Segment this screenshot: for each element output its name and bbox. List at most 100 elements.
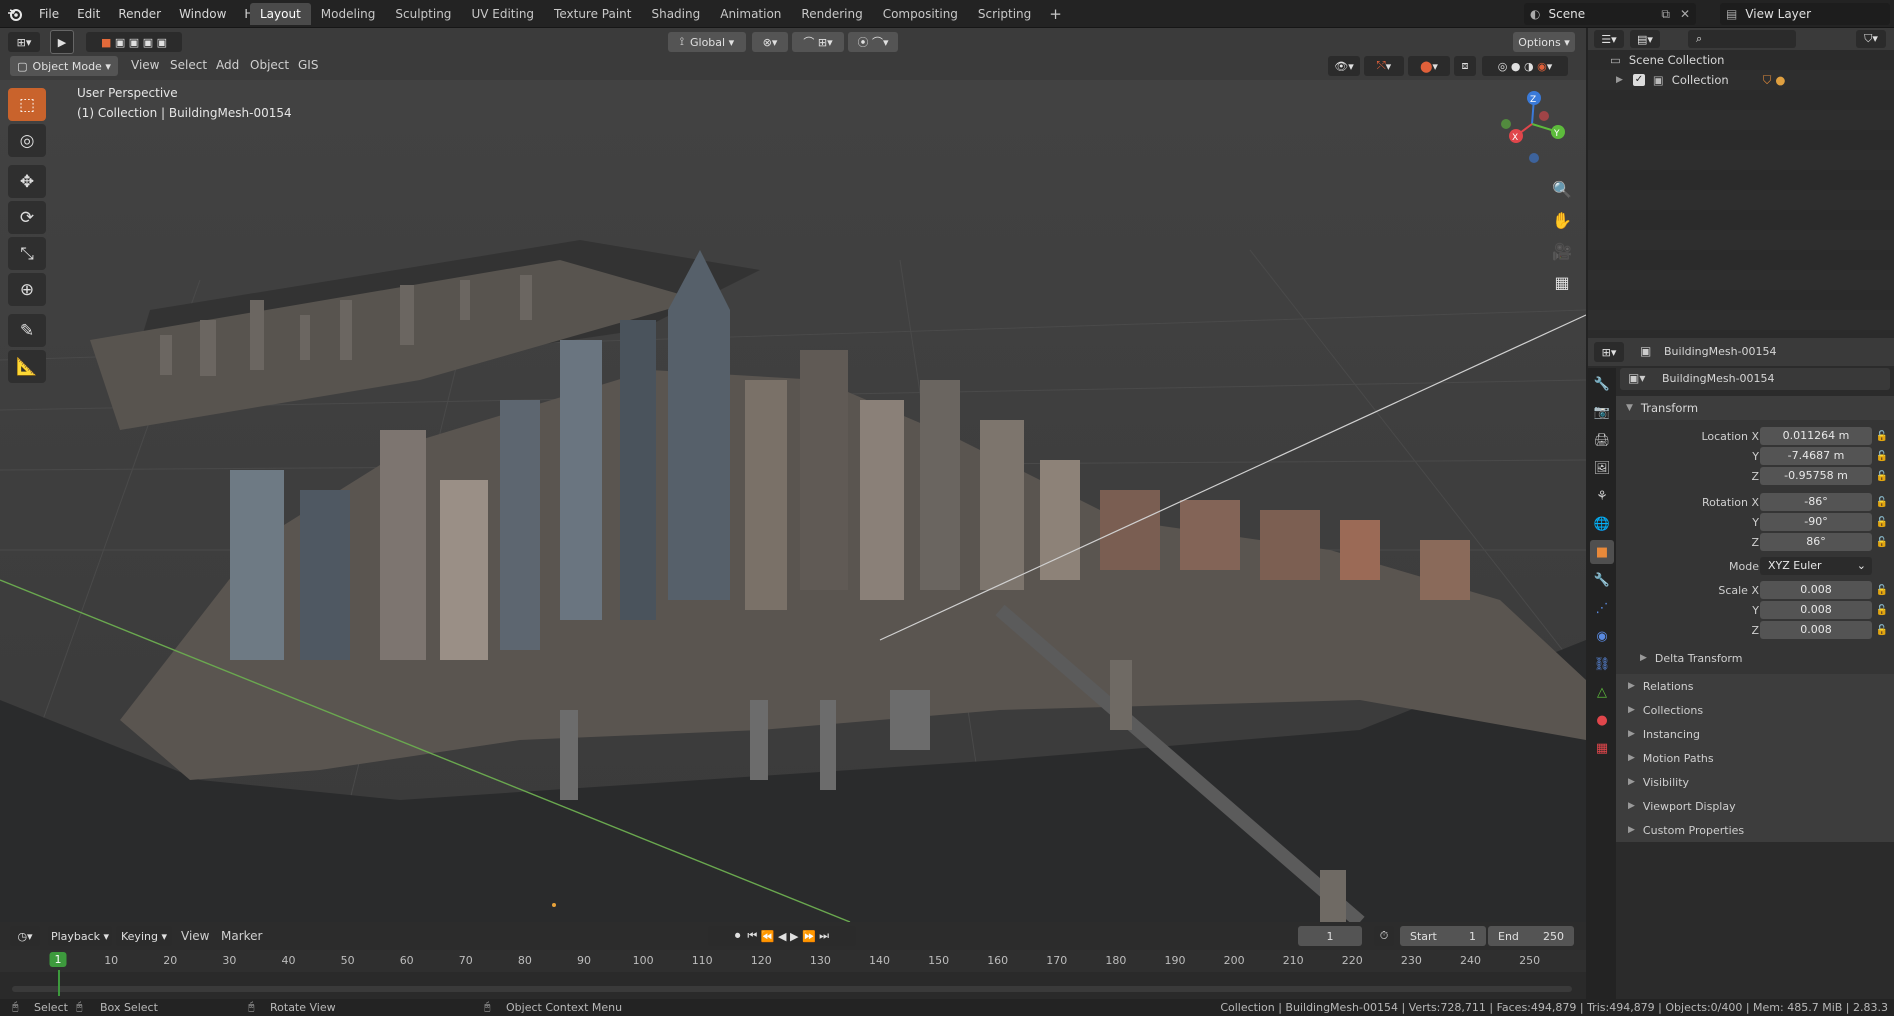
menu-render[interactable]: Render xyxy=(109,0,170,28)
tab-uv-editing[interactable]: UV Editing xyxy=(461,3,544,25)
scene-selector[interactable]: ◐ Scene ⧉ ✕ xyxy=(1524,3,1696,25)
collections-panel-header[interactable]: ▶ Collections xyxy=(1616,698,1894,722)
rotate-tool-icon[interactable]: ⟳ xyxy=(8,201,46,234)
tab-texture-paint[interactable]: Texture Paint xyxy=(544,3,641,25)
visibility-panel-header[interactable]: ▶ Visibility xyxy=(1616,770,1894,794)
location-y-field[interactable]: -7.4687 m xyxy=(1760,447,1872,465)
viewport-menu-add[interactable]: Add xyxy=(216,58,239,72)
record-icon[interactable]: ⏺ xyxy=(735,929,741,943)
lock-icon[interactable]: 🔓 xyxy=(1876,497,1888,508)
measure-tool-icon[interactable]: 📐 xyxy=(8,350,46,383)
output-tab-icon[interactable]: 🖨 xyxy=(1590,428,1614,452)
end-frame-field[interactable]: End 250 xyxy=(1488,926,1574,946)
menu-edit[interactable]: Edit xyxy=(68,0,109,28)
transform-panel-header[interactable]: ▼ Transform xyxy=(1616,396,1894,420)
menu-file[interactable]: File xyxy=(30,0,68,28)
play-icon[interactable]: ▶ xyxy=(790,930,798,943)
start-frame-field[interactable]: Start 1 xyxy=(1400,926,1486,946)
custom-properties-panel-header[interactable]: ▶ Custom Properties xyxy=(1616,818,1894,842)
world-tab-icon[interactable]: 🌐 xyxy=(1590,512,1614,536)
filter-objects-icon[interactable]: ⛉ xyxy=(1763,73,1772,88)
mode-dropdown[interactable]: ▢ Object Mode ▾ xyxy=(10,56,118,76)
tool-tab-icon[interactable]: 🔧 xyxy=(1590,372,1614,396)
filter-icon[interactable]: ⛉▾ xyxy=(1856,30,1886,48)
mode-extend-icon[interactable]: ▣ xyxy=(115,36,125,49)
relations-panel-header[interactable]: ▶ Relations xyxy=(1616,674,1894,698)
tab-rendering[interactable]: Rendering xyxy=(791,3,872,25)
selection-mode-buttons[interactable]: ■ ▣ ▣ ▣ ▣ xyxy=(86,32,182,52)
constraints-tab-icon[interactable]: ⛓ xyxy=(1590,652,1614,676)
tab-scripting[interactable]: Scripting xyxy=(968,3,1041,25)
move-tool-icon[interactable]: ✥ xyxy=(8,165,46,198)
viewport-display-panel-header[interactable]: ▶ Viewport Display xyxy=(1616,794,1894,818)
lock-icon[interactable]: 🔓 xyxy=(1876,625,1888,636)
viewport-menu-view[interactable]: View xyxy=(131,58,159,72)
mode-intersect-icon[interactable]: ▣ xyxy=(157,36,167,49)
cursor-tool-icon[interactable]: ◎ xyxy=(8,124,46,157)
wireframe-shading-icon[interactable]: ◎ xyxy=(1498,60,1508,73)
modifier-tab-icon[interactable]: 🔧 xyxy=(1590,568,1614,592)
play-reverse-icon[interactable]: ◀ xyxy=(778,930,786,943)
particles-tab-icon[interactable]: ⋰ xyxy=(1590,596,1614,620)
lock-icon[interactable]: 🔓 xyxy=(1876,517,1888,528)
outliner-row-collection[interactable]: ▶ ✓ ▣ Collection ⛉ ● xyxy=(1588,70,1894,90)
outliner-editor-type-icon[interactable]: ☰▾ xyxy=(1594,30,1624,48)
scale-x-field[interactable]: 0.008 xyxy=(1760,581,1872,599)
transform-tool-icon[interactable]: ⊕ xyxy=(8,273,46,306)
mode-subtract-icon[interactable]: ▣ xyxy=(129,36,139,49)
instancing-panel-header[interactable]: ▶ Instancing xyxy=(1616,722,1894,746)
jump-end-icon[interactable]: ⏭ xyxy=(819,929,829,943)
viewport-menu-object[interactable]: Object xyxy=(250,58,289,72)
tab-modeling[interactable]: Modeling xyxy=(311,3,386,25)
rendered-shading-icon[interactable]: ◉ xyxy=(1537,60,1547,73)
tab-animation[interactable]: Animation xyxy=(710,3,791,25)
viewport-menu-gis[interactable]: GIS xyxy=(298,58,318,72)
pan-hand-icon[interactable]: ✋ xyxy=(1548,206,1576,234)
outliner-row-scene-collection[interactable]: ▭ Scene Collection xyxy=(1588,50,1894,70)
jump-keyframe-back-icon[interactable]: ⏪ xyxy=(761,930,775,943)
object-name-field[interactable]: ▣▾ BuildingMesh-00154 xyxy=(1620,368,1890,390)
timeline-menu-view[interactable]: View xyxy=(181,929,209,943)
timeline-scrollbar[interactable] xyxy=(12,986,1572,992)
display-mode-icon[interactable]: ▤▾ xyxy=(1630,30,1660,48)
orientation-dropdown[interactable]: ⟟ Global ▾ xyxy=(668,32,746,52)
add-workspace-button[interactable]: + xyxy=(1041,3,1070,25)
outliner-search-input[interactable]: ⌕ xyxy=(1688,30,1796,48)
shading-buttons[interactable]: ◎ ● ◑ ◉ ▾ xyxy=(1482,56,1568,76)
rotation-mode-dropdown[interactable]: XYZ Euler ⌄ xyxy=(1760,557,1872,575)
jump-keyframe-forward-icon[interactable]: ⏩ xyxy=(802,930,816,943)
rotation-x-field[interactable]: -86° xyxy=(1760,493,1872,511)
scale-y-field[interactable]: 0.008 xyxy=(1760,601,1872,619)
object-tab-icon[interactable]: ■ xyxy=(1590,540,1614,564)
viewport-menu-select[interactable]: Select xyxy=(170,58,207,72)
zoom-icon[interactable]: 🔍 xyxy=(1548,175,1576,203)
pivot-dropdown[interactable]: ⊗▾ xyxy=(752,32,788,52)
new-scene-icon[interactable]: ⧉ xyxy=(1661,7,1670,22)
current-frame-field[interactable]: 1 xyxy=(1298,926,1362,946)
material-tab-icon[interactable]: ● xyxy=(1590,708,1614,732)
frame-ruler[interactable]: 1 10 20 30 40 50 60 70 80 90 100 110 120 130 140 150 160… xyxy=(0,950,1586,972)
timeline-editor-type-icon[interactable]: ◷▾ xyxy=(10,926,40,946)
tab-compositing[interactable]: Compositing xyxy=(873,3,968,25)
scene-tab-icon[interactable]: ⚘ xyxy=(1590,484,1614,508)
physics-tab-icon[interactable]: ◉ xyxy=(1590,624,1614,648)
3d-viewport[interactable]: ⬚ ◎ ✥ ⟳ ⤡ ⊕ ✎ 📐 User Perspective (1) Col… xyxy=(0,80,1586,922)
timeline[interactable]: 1 10 20 30 40 50 60 70 80 90 100 110 120 130 140 150 160… xyxy=(0,950,1586,999)
delta-transform-header[interactable]: ▶ Delta Transform xyxy=(1616,646,1894,670)
proportional-edit-dropdown[interactable]: ⦿ ⌒▾ xyxy=(848,32,898,52)
timeline-menu-marker[interactable]: Marker xyxy=(221,929,262,943)
navigation-gizmo[interactable]: Z Y X xyxy=(1496,86,1576,166)
location-z-field[interactable]: -0.95758 m xyxy=(1760,467,1872,485)
tab-shading[interactable]: Shading xyxy=(641,3,710,25)
perspective-toggle-icon[interactable]: ▦ xyxy=(1548,268,1576,296)
options-dropdown[interactable]: Options ▾ xyxy=(1513,32,1575,52)
editor-type-icon[interactable]: ⊞▾ xyxy=(8,32,40,52)
rotation-z-field[interactable]: 86° xyxy=(1760,533,1872,551)
rotation-y-field[interactable]: -90° xyxy=(1760,513,1872,531)
mode-invert-icon[interactable]: ▣ xyxy=(143,36,153,49)
delete-scene-icon[interactable]: ✕ xyxy=(1680,7,1690,21)
jump-start-icon[interactable]: ⏮ xyxy=(747,929,757,943)
texture-tab-icon[interactable]: ▦ xyxy=(1590,736,1614,760)
view-layer-tab-icon[interactable]: 🖼 xyxy=(1590,456,1614,480)
tab-sculpting[interactable]: Sculpting xyxy=(385,3,461,25)
